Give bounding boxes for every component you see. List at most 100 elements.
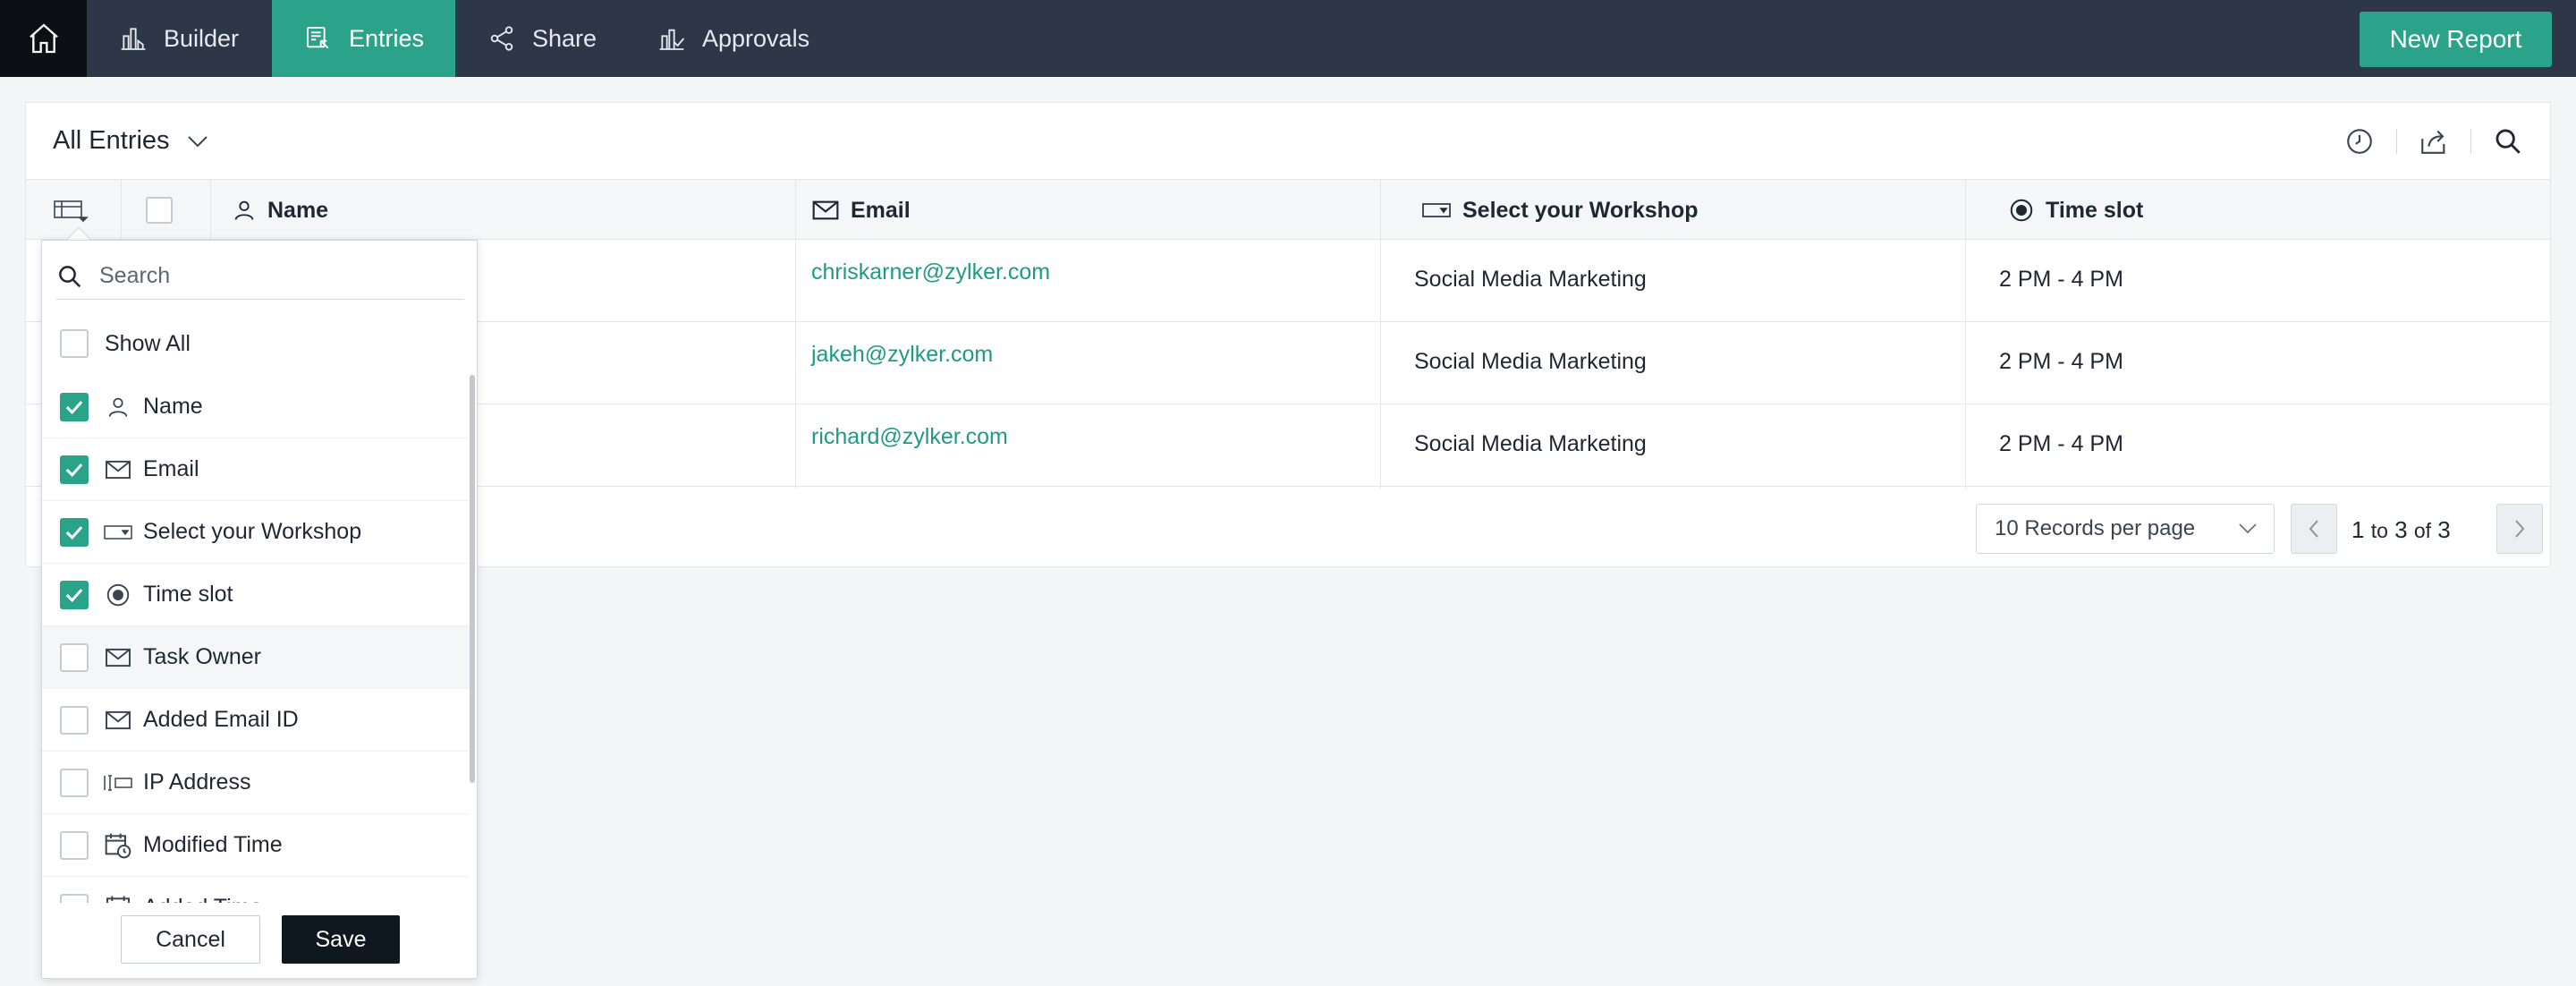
column-header-time-slot[interactable]: Time slot	[2008, 180, 2143, 241]
checkbox-unchecked[interactable]	[60, 768, 89, 797]
column-option-added-email-id[interactable]: Added Email ID	[42, 689, 470, 752]
column-header-workshop-label: Select your Workshop	[1462, 197, 1699, 223]
column-option-workshop[interactable]: Select your Workshop	[42, 501, 470, 564]
row-time-slot: 2 PM - 4 PM	[1999, 431, 2123, 456]
column-list: Show All Name Email Select your Workshop	[42, 312, 470, 903]
column-option-ip-address[interactable]: IP Address	[42, 752, 470, 814]
entries-table: Name Email Select your Workshop Time slo…	[26, 179, 2550, 489]
checkbox-unchecked[interactable]	[60, 893, 89, 903]
column-option-name[interactable]: Name	[42, 376, 470, 438]
dropdown-footer: Cancel Save	[42, 903, 477, 978]
page-to: 3	[2394, 516, 2408, 543]
tab-share[interactable]: Share	[455, 0, 634, 77]
tab-approvals[interactable]: Approvals	[634, 0, 849, 77]
report-header: All Entries	[26, 103, 2550, 179]
home-button[interactable]	[0, 0, 87, 77]
cancel-button[interactable]: Cancel	[121, 915, 260, 964]
toolbar-divider	[2396, 129, 2397, 154]
column-option-label: Show All	[105, 330, 191, 356]
tab-builder-label: Builder	[164, 24, 240, 52]
checkbox-unchecked[interactable]	[60, 705, 89, 735]
checkbox-unchecked[interactable]	[60, 830, 89, 860]
person-icon	[103, 392, 133, 422]
new-report-button[interactable]: New Report	[2360, 12, 2552, 67]
save-button[interactable]: Save	[282, 915, 400, 964]
column-search-input[interactable]	[99, 263, 439, 289]
page-info: 1 to 3 of 3	[2351, 516, 2451, 544]
mail-icon	[103, 705, 133, 735]
checkmark-icon	[65, 588, 83, 602]
row-email[interactable]: richard@zylker.com	[811, 424, 1008, 450]
column-settings-icon	[54, 200, 89, 223]
checkbox-checked[interactable]	[60, 455, 89, 484]
column-option-label: IP Address	[143, 769, 251, 795]
builder-icon	[121, 28, 146, 50]
report-toolbar	[2344, 123, 2523, 160]
export-icon[interactable]	[2419, 126, 2449, 157]
checkmark-icon	[65, 525, 83, 540]
share-icon	[490, 26, 513, 51]
column-option-task-owner[interactable]: Task Owner	[42, 626, 470, 689]
column-option-label: Time slot	[143, 582, 233, 607]
row-time-slot: 2 PM - 4 PM	[1999, 267, 2123, 292]
show-all-checkbox[interactable]	[60, 329, 89, 358]
calendar-icon	[103, 893, 133, 903]
column-option-modified-time[interactable]: Modified Time	[42, 814, 470, 877]
column-option-email[interactable]: Email	[42, 438, 470, 501]
column-header-email[interactable]: Email	[811, 180, 911, 241]
next-page-button[interactable]	[2496, 504, 2543, 554]
column-option-label: Added Time	[143, 895, 262, 903]
column-option-time-slot[interactable]: Time slot	[42, 564, 470, 626]
column-divider	[210, 180, 211, 241]
search-icon[interactable]	[2493, 126, 2523, 157]
dropdown-scrollbar[interactable]	[470, 375, 475, 783]
row-workshop: Social Media Marketing	[1414, 267, 1647, 292]
column-option-added-time[interactable]: Added Time	[42, 877, 470, 903]
chevron-left-icon	[2309, 520, 2318, 538]
report-title: All Entries	[53, 126, 170, 155]
person-icon	[234, 200, 254, 220]
radio-icon	[2010, 199, 2033, 222]
ip-address-icon	[103, 768, 133, 798]
page-from: 1	[2351, 516, 2365, 543]
dropdown-field-icon	[1422, 203, 1451, 217]
column-header-email-label: Email	[851, 197, 911, 223]
column-option-show-all[interactable]: Show All	[42, 312, 470, 375]
checkmark-icon	[65, 463, 83, 477]
column-option-label: Added Email ID	[143, 707, 299, 732]
tab-builder[interactable]: Builder	[87, 0, 272, 77]
home-icon	[29, 23, 58, 54]
column-header-name[interactable]: Name	[232, 180, 328, 241]
tab-share-label: Share	[532, 24, 597, 52]
records-per-page-select[interactable]: 10 Records per page	[1976, 504, 2275, 554]
prev-page-button[interactable]	[2291, 504, 2337, 554]
report-view-selector[interactable]: All Entries	[53, 126, 209, 156]
checkbox-unchecked[interactable]	[60, 642, 89, 672]
column-header-name-label: Name	[267, 197, 329, 223]
column-chooser-dropdown: Show All Name Email Select your Workshop	[41, 240, 478, 979]
column-header-workshop[interactable]: Select your Workshop	[1421, 180, 1699, 241]
column-option-label: Task Owner	[143, 644, 261, 669]
select-all-checkbox[interactable]	[146, 180, 173, 241]
records-per-page-value: 10 Records per page	[1995, 516, 2196, 540]
toolbar-divider	[2470, 129, 2471, 154]
checkbox-checked[interactable]	[60, 517, 89, 547]
search-icon	[59, 265, 81, 287]
checkbox-checked[interactable]	[60, 392, 89, 421]
row-workshop: Social Media Marketing	[1414, 349, 1647, 374]
column-option-label: Name	[143, 394, 203, 419]
history-icon[interactable]	[2344, 126, 2375, 157]
column-search	[56, 253, 464, 300]
row-email[interactable]: chriskarner@zylker.com	[811, 259, 1050, 285]
chevron-down-icon	[2239, 523, 2257, 534]
page-to-word: to	[2370, 519, 2388, 542]
entries-icon	[307, 27, 329, 49]
row-email[interactable]: jakeh@zylker.com	[811, 342, 993, 368]
row-time-slot: 2 PM - 4 PM	[1999, 349, 2123, 374]
checkbox-checked[interactable]	[60, 580, 89, 609]
column-option-label: Email	[143, 456, 199, 481]
chevron-right-icon	[2515, 520, 2525, 538]
tab-entries[interactable]: Entries	[272, 0, 455, 77]
tab-entries-label: Entries	[349, 24, 425, 52]
chevron-down-icon	[187, 135, 208, 147]
